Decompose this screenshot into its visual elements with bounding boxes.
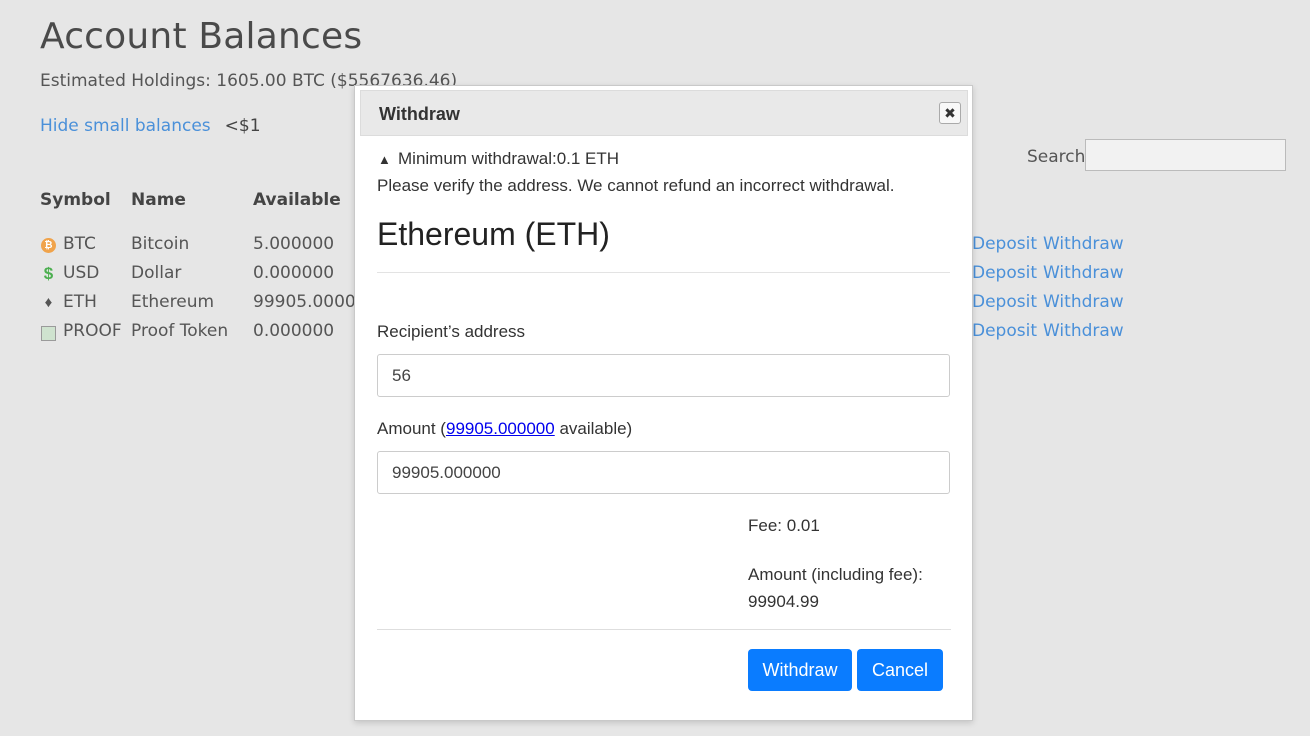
withdraw-link[interactable]: Withdraw — [1043, 292, 1124, 312]
ethereum-icon: ♦ — [44, 294, 53, 311]
deposit-link[interactable]: Deposit — [972, 263, 1037, 283]
column-header-name: Name — [131, 190, 186, 210]
amount-value: 99905.000000 — [392, 462, 501, 482]
row-symbol: USD — [63, 263, 100, 283]
total-value: 99904.99 — [748, 592, 819, 611]
withdraw-button[interactable]: Withdraw — [748, 649, 852, 691]
total-including-fee: Amount (including fee): 99904.99 — [748, 561, 923, 615]
row-name: Bitcoin — [131, 234, 190, 254]
verify-address-warning: Please verify the address. We cannot ref… — [377, 176, 895, 195]
minimum-withdrawal-text: Minimum withdrawal:0.1 ETH — [398, 149, 620, 168]
dollar-icon: $ — [43, 263, 54, 283]
row-symbol: PROOF — [63, 321, 122, 341]
row-name: Proof Token — [131, 321, 229, 341]
dialog-title: Withdraw — [379, 104, 460, 124]
fee-text: Fee: 0.01 — [748, 516, 820, 535]
small-balance-threshold: <$1 — [224, 116, 261, 136]
page-title: Account Balances — [40, 16, 363, 57]
minimum-withdrawal-notice: ▲ Minimum withdrawal:0.1 ETH — [378, 149, 619, 169]
row-symbol: BTC — [63, 234, 96, 254]
column-header-available: Available — [253, 190, 341, 210]
withdraw-link[interactable]: Withdraw — [1043, 234, 1124, 254]
close-icon: ✖ — [944, 105, 956, 121]
row-available: 5.000000 — [253, 234, 335, 254]
column-header-symbol: Symbol — [40, 190, 111, 210]
search-input[interactable] — [1085, 139, 1286, 171]
recipient-address-value: 56 — [392, 365, 411, 385]
divider — [377, 272, 950, 273]
row-available: 0.000000 — [253, 263, 335, 283]
dialog-header: Withdraw ✖ — [360, 90, 968, 136]
close-button[interactable]: ✖ — [939, 102, 961, 124]
cancel-button[interactable]: Cancel — [857, 649, 943, 691]
amount-label: Amount (99905.000000 available) — [377, 419, 632, 439]
total-label: Amount (including fee): — [748, 565, 923, 584]
row-name: Ethereum — [131, 292, 215, 312]
warning-icon: ▲ — [378, 152, 391, 167]
hide-small-balances-link[interactable]: Hide small balances — [40, 116, 211, 136]
coin-title: Ethereum (ETH) — [377, 216, 610, 252]
withdraw-link[interactable]: Withdraw — [1043, 263, 1124, 283]
withdraw-dialog: Withdraw ✖ ▲ Minimum withdrawal:0.1 ETH P… — [354, 85, 973, 721]
amount-label-suffix: available) — [554, 419, 633, 438]
row-symbol: ETH — [63, 292, 97, 312]
amount-input[interactable]: 99905.000000 — [377, 451, 950, 494]
withdraw-link[interactable]: Withdraw — [1043, 321, 1124, 341]
recipient-address-label: Recipient’s address — [377, 322, 526, 341]
amount-label-prefix: Amount ( — [377, 419, 446, 438]
recipient-address-input[interactable]: 56 — [377, 354, 950, 397]
search-label: Search — [1027, 147, 1086, 167]
deposit-link[interactable]: Deposit — [972, 321, 1037, 341]
row-name: Dollar — [131, 263, 182, 283]
row-available: 0.000000 — [253, 321, 335, 341]
deposit-link[interactable]: Deposit — [972, 292, 1037, 312]
row-available: 99905.00000 — [253, 292, 367, 312]
bitcoin-icon: ₿ — [41, 238, 56, 253]
deposit-link[interactable]: Deposit — [972, 234, 1037, 254]
broken-image-icon — [41, 326, 56, 341]
hide-small-balances-row: Hide small balances <$1 — [40, 116, 261, 136]
footer-divider — [377, 629, 951, 630]
available-amount-link[interactable]: 99905.000000 — [446, 419, 555, 438]
